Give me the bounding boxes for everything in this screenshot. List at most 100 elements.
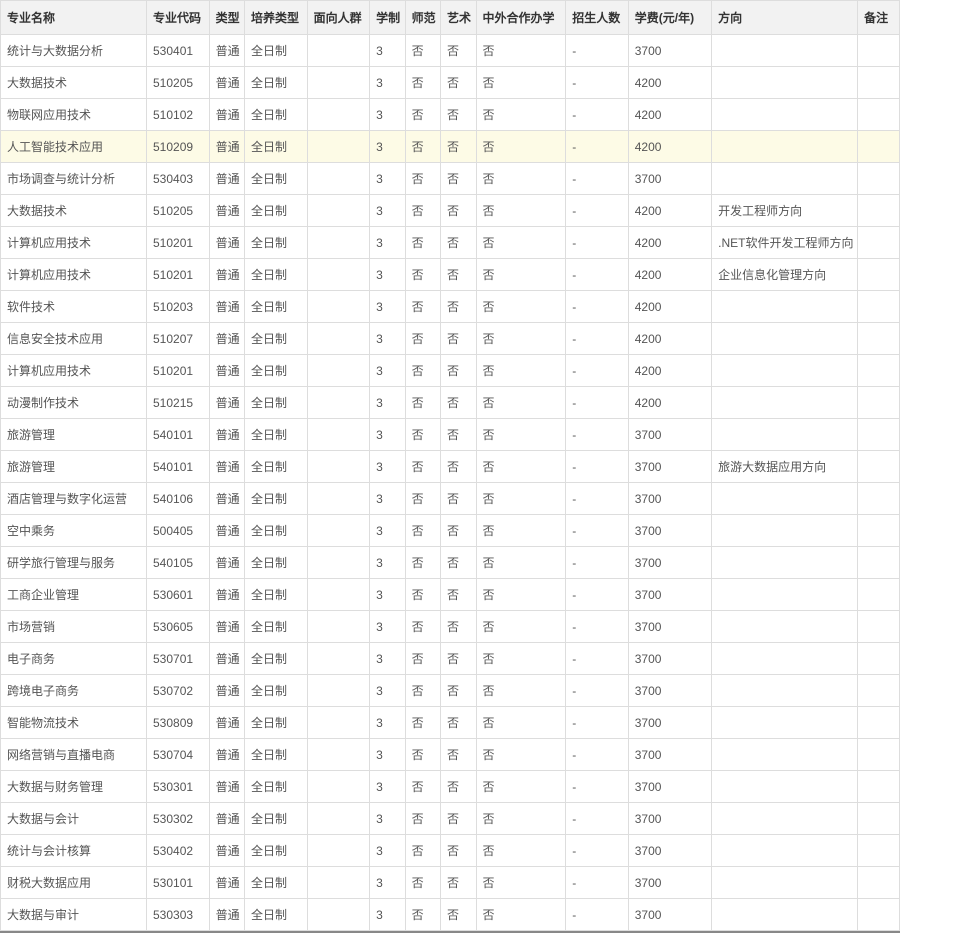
cell-remark [858,99,900,131]
cell-years: 3 [370,35,405,67]
cell-fee: 3700 [628,899,711,931]
cell-remark [858,803,900,835]
cell-art: 否 [441,483,476,515]
table-row: 网络营销与直播电商530704普通全日制3否否否-3700 [1,739,900,771]
cell-type: 普通 [209,67,244,99]
cell-years: 3 [370,707,405,739]
cell-enroll: - [566,611,629,643]
cell-enroll: - [566,739,629,771]
table-row: 物联网应用技术510102普通全日制3否否否-4200 [1,99,900,131]
table-row: 智能物流技术530809普通全日制3否否否-3700 [1,707,900,739]
cell-art: 否 [441,163,476,195]
cell-code: 530605 [147,611,210,643]
cell-years: 3 [370,483,405,515]
cell-coop: 否 [476,707,566,739]
cell-art: 否 [441,419,476,451]
cell-train: 全日制 [245,835,308,867]
cell-name: 大数据与财务管理 [1,771,147,803]
cell-type: 普通 [209,163,244,195]
cell-enroll: - [566,547,629,579]
cell-coop: 否 [476,323,566,355]
cell-type: 普通 [209,131,244,163]
cell-name: 酒店管理与数字化运营 [1,483,147,515]
cell-years: 3 [370,387,405,419]
cell-code: 530101 [147,867,210,899]
cell-name: 市场调查与统计分析 [1,163,147,195]
cell-enroll: - [566,323,629,355]
cell-direction [712,643,858,675]
cell-name: 网络营销与直播电商 [1,739,147,771]
table-body: 统计与大数据分析530401普通全日制3否否否-3700大数据技术510205普… [1,35,900,931]
cell-target [307,675,370,707]
cell-normal: 否 [405,739,440,771]
cell-type: 普通 [209,291,244,323]
cell-type: 普通 [209,35,244,67]
cell-name: 信息安全技术应用 [1,323,147,355]
cell-art: 否 [441,803,476,835]
cell-train: 全日制 [245,99,308,131]
cell-target [307,67,370,99]
cell-years: 3 [370,771,405,803]
cell-code: 510201 [147,259,210,291]
cell-coop: 否 [476,451,566,483]
cell-normal: 否 [405,707,440,739]
cell-fee: 4200 [628,387,711,419]
cell-direction [712,579,858,611]
cell-fee: 3700 [628,771,711,803]
header-enrollment: 招生人数 [566,1,629,35]
cell-normal: 否 [405,899,440,931]
cell-coop: 否 [476,35,566,67]
cell-coop: 否 [476,643,566,675]
cell-enroll: - [566,707,629,739]
table-row: 大数据与财务管理530301普通全日制3否否否-3700 [1,771,900,803]
cell-train: 全日制 [245,611,308,643]
cell-normal: 否 [405,131,440,163]
cell-target [307,707,370,739]
cell-remark [858,163,900,195]
cell-remark [858,131,900,163]
cell-train: 全日制 [245,899,308,931]
cell-name: 空中乘务 [1,515,147,547]
cell-target [307,739,370,771]
header-direction: 方向 [712,1,858,35]
cell-target [307,35,370,67]
cell-target [307,131,370,163]
cell-years: 3 [370,195,405,227]
cell-code: 540101 [147,419,210,451]
table-row: 市场调查与统计分析530403普通全日制3否否否-3700 [1,163,900,195]
cell-target [307,771,370,803]
cell-code: 510205 [147,195,210,227]
cell-type: 普通 [209,675,244,707]
cell-target [307,835,370,867]
cell-target [307,547,370,579]
cell-direction [712,515,858,547]
cell-enroll: - [566,227,629,259]
cell-enroll: - [566,579,629,611]
table-row: 计算机应用技术510201普通全日制3否否否-4200.NET软件开发工程师方向 [1,227,900,259]
cell-art: 否 [441,35,476,67]
cell-enroll: - [566,387,629,419]
cell-remark [858,227,900,259]
cell-normal: 否 [405,291,440,323]
cell-years: 3 [370,99,405,131]
cell-normal: 否 [405,803,440,835]
cell-type: 普通 [209,803,244,835]
cell-enroll: - [566,419,629,451]
table-row: 人工智能技术应用510209普通全日制3否否否-4200 [1,131,900,163]
cell-remark [858,771,900,803]
cell-train: 全日制 [245,803,308,835]
cell-years: 3 [370,547,405,579]
cell-fee: 3700 [628,35,711,67]
cell-target [307,803,370,835]
cell-train: 全日制 [245,67,308,99]
cell-direction: 旅游大数据应用方向 [712,451,858,483]
cell-normal: 否 [405,419,440,451]
header-years: 学制 [370,1,405,35]
cell-train: 全日制 [245,515,308,547]
cell-train: 全日制 [245,867,308,899]
cell-target [307,323,370,355]
cell-direction [712,771,858,803]
cell-train: 全日制 [245,227,308,259]
cell-type: 普通 [209,867,244,899]
cell-direction [712,739,858,771]
